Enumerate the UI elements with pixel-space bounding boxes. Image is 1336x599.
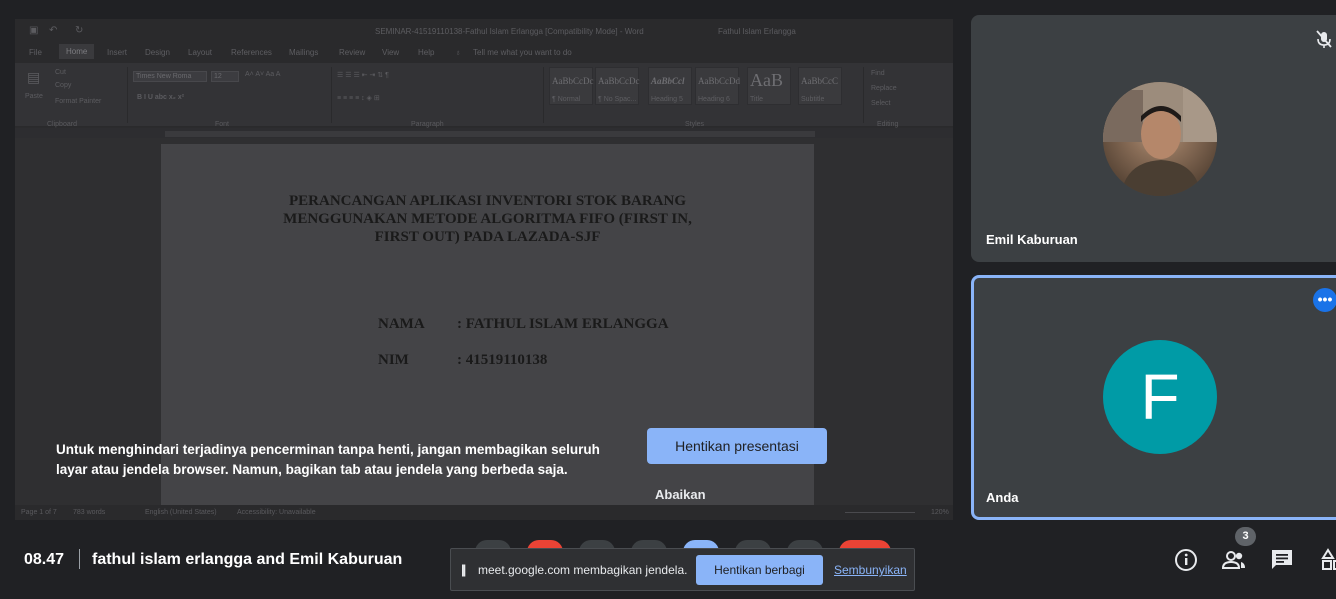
participant-name: Emil Kaburuan — [986, 232, 1078, 247]
format-painter-label: Format Painter — [55, 98, 102, 105]
style-title: AaB Title — [747, 67, 791, 105]
save-icon: ▣ — [29, 25, 39, 36]
meet-screen: ▣ ↶ ↻ SEMINAR-41519110138-Fathul Islam E… — [0, 0, 1336, 599]
pause-icon: || — [461, 562, 466, 577]
avatar-photo — [1103, 82, 1217, 196]
zoom-level: 120% — [931, 509, 949, 516]
word-user-name: Fathul Islam Erlangga — [718, 27, 796, 36]
meeting-title: fathul islam erlangga and Emil Kaburuan — [92, 551, 403, 568]
document-title: PERANCANGAN APLIKASI INVENTORI STOK BARA… — [283, 193, 692, 245]
cut-label: Cut — [55, 69, 66, 76]
undo-icon: ↶ — [49, 25, 58, 36]
bullets-icon: ☰ ☰ ☰ ⇤ ⇥ ⇅ ¶ — [337, 72, 389, 79]
style-heading5: AaBbCcl Heading 5 — [648, 67, 692, 105]
menu-review: Review — [339, 48, 366, 57]
select-label: Select — [871, 100, 891, 107]
nama-label: NAMA — [378, 316, 425, 332]
menu-file: File — [29, 48, 42, 57]
info-icon[interactable] — [1173, 547, 1199, 573]
activities-icon[interactable] — [1320, 547, 1336, 573]
participant-count-badge: 3 — [1235, 527, 1256, 546]
meeting-time: 08.47 — [24, 551, 65, 568]
style-normal: AaBbCcDc ¶ Normal — [549, 67, 594, 105]
time-divider — [79, 549, 80, 569]
redo-icon: ↻ — [75, 25, 84, 36]
font-name-box: Times New Roma — [133, 71, 207, 82]
find-label: Find — [871, 70, 885, 77]
share-message: meet.google.com membagikan jendela. — [478, 563, 688, 577]
align-icon: ≡ ≡ ≡ ≡ ↕ ◈ ⊞ — [337, 95, 380, 102]
menu-mailings: Mailings — [289, 48, 319, 57]
word-statusbar: Page 1 of 7 783 words English (United St… — [15, 505, 953, 520]
participant-name-self: Anda — [986, 490, 1019, 505]
nim-label: NIM — [378, 352, 409, 368]
lightbulb-icon: ♁ — [455, 48, 461, 57]
menu-help: Help — [418, 48, 435, 57]
menu-design: Design — [145, 48, 170, 57]
share-notification-bar: || meet.google.com membagikan jendela. H… — [450, 548, 915, 591]
language: English (United States) — [145, 509, 217, 516]
group-clipboard: Clipboard — [47, 121, 77, 128]
paste-label: Paste — [25, 93, 43, 100]
group-font: Font — [215, 121, 230, 128]
word-count: 783 words — [73, 509, 106, 516]
style-no-spacing: AaBbCcDc ¶ No Spac... — [595, 67, 640, 105]
word-window-title: SEMINAR-41519110138-Fathul Islam Erlangg… — [375, 27, 644, 36]
word-titlebar: ▣ ↶ ↻ SEMINAR-41519110138-Fathul Islam E… — [15, 19, 953, 43]
font-grow-icon: A˄ A˅ Aa A — [245, 71, 281, 78]
paste-icon: ▤ — [27, 69, 41, 85]
stop-presenting-button[interactable]: Hentikan presentasi — [647, 428, 827, 464]
copy-label: Copy — [55, 82, 72, 89]
font-size-box: 12 — [211, 71, 239, 82]
word-menubar: File Home Insert Design Layout Reference… — [15, 43, 953, 63]
bold-icon: B I U abc x₂ x² — [137, 94, 185, 101]
mic-off-icon — [1313, 28, 1335, 50]
menu-tell-me: Tell me what you want to do — [473, 48, 572, 57]
stop-sharing-button[interactable]: Hentikan berbagi — [696, 555, 823, 585]
hide-link[interactable]: Sembunyikan — [834, 563, 907, 577]
group-styles: Styles — [685, 121, 705, 128]
menu-layout: Layout — [188, 48, 213, 57]
menu-view: View — [382, 48, 400, 57]
chat-icon[interactable] — [1269, 547, 1295, 573]
replace-label: Replace — [871, 85, 897, 92]
page-count: Page 1 of 7 — [21, 509, 57, 516]
ruler — [15, 128, 953, 138]
word-ribbon: ▤ Paste Cut Copy Format Painter Times Ne… — [15, 63, 953, 128]
ignore-button[interactable]: Abaikan — [655, 487, 706, 502]
nama-value: : FATHUL ISLAM ERLANGGA — [457, 316, 669, 332]
people-icon[interactable] — [1221, 547, 1247, 573]
menu-home: Home — [59, 44, 95, 59]
nim-value: : 41519110138 — [457, 352, 548, 368]
style-subtitle: AaBbCcC Subtitle — [798, 67, 842, 105]
mirroring-warning: Untuk menghindari terjadinya pencerminan… — [56, 442, 600, 477]
avatar-initial: F — [1103, 340, 1217, 454]
accessibility-status: Accessibility: Unavailable — [237, 509, 316, 516]
group-editing: Editing — [877, 121, 899, 128]
more-options-button[interactable]: ••• — [1313, 288, 1336, 312]
menu-references: References — [231, 48, 272, 57]
style-heading6: AaBbCcDd Heading 6 — [695, 67, 740, 105]
menu-insert: Insert — [107, 48, 128, 57]
group-paragraph: Paragraph — [411, 121, 444, 128]
